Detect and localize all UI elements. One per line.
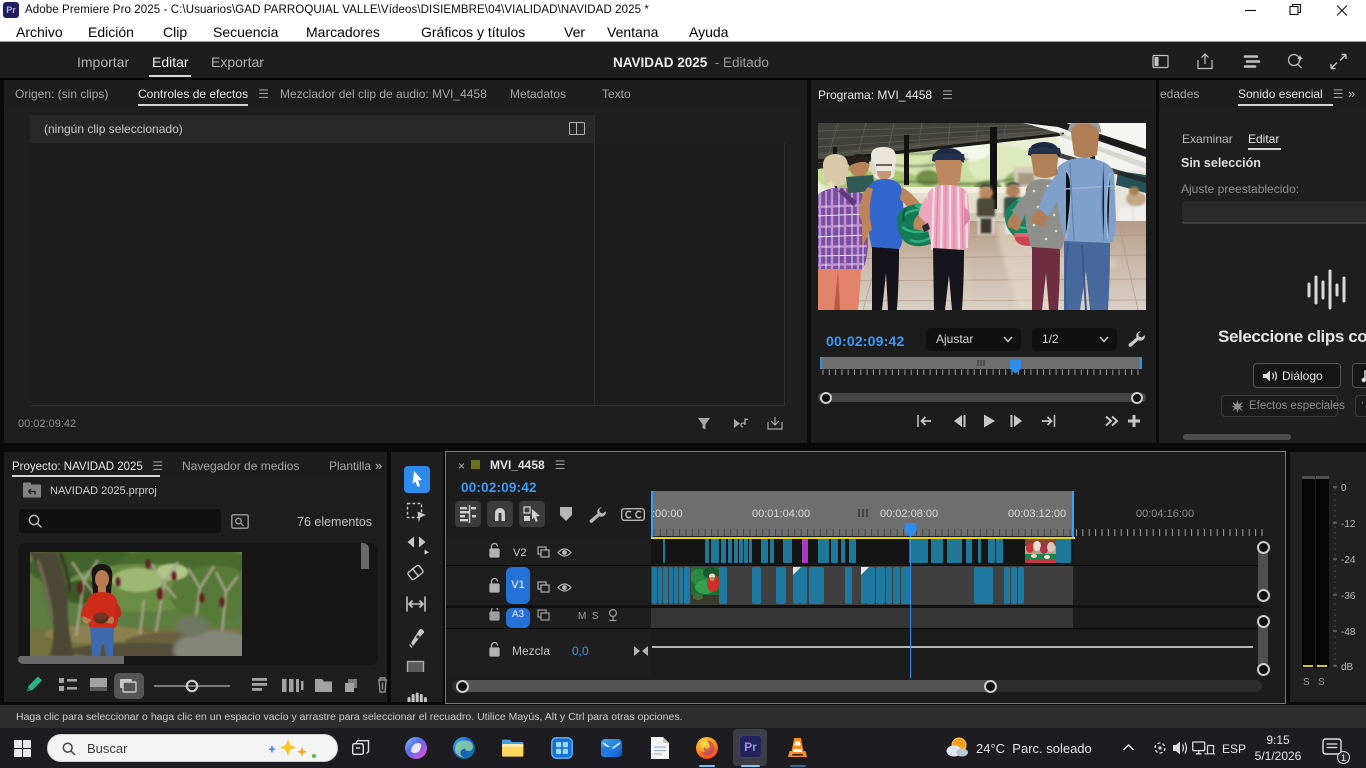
svg-text:ESP: ESP: [1222, 742, 1246, 756]
svg-text:V2: V2: [513, 547, 526, 559]
svg-text:-48: -48: [1341, 627, 1356, 638]
svg-text:0: 0: [1341, 483, 1347, 494]
svg-text:-12: -12: [1341, 519, 1356, 530]
svg-text:-24: -24: [1341, 555, 1356, 566]
svg-text:dB: dB: [1341, 662, 1354, 673]
svg-text:-36: -36: [1341, 591, 1356, 602]
svg-text:M S: M S: [578, 611, 599, 622]
